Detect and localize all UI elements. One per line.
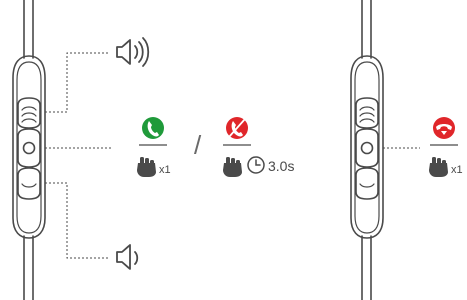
hand-press-icon-right [429,157,448,177]
leader-volume-down [45,182,108,259]
left-remote-inner [16,61,42,234]
answer-press-count: x1 [159,164,171,176]
right-controller [350,0,384,300]
hand-press-icon [137,157,156,177]
clock-icon [247,156,265,174]
phone-hangup-icon [433,117,455,139]
diagram-artwork [12,0,458,300]
right-center-button [355,128,379,168]
right-remote-inner [354,61,380,234]
speaker-loud-icon [116,37,150,67]
reject-hold-duration: 3.0s [268,158,295,174]
separator-slash: / [194,130,202,160]
speaker-quiet-icon [116,244,139,270]
phone-reject-icon [226,117,248,139]
end-call-press-count: x1 [451,164,463,176]
left-leader-lines [45,52,112,259]
right-volume-down-button [355,167,379,200]
leader-volume-up [45,52,108,113]
right-cable-bottom [361,235,372,300]
phone-answer-icon [142,117,164,139]
left-volume-down-button [17,167,41,200]
hand-hold-icon [223,157,242,177]
left-center-button [17,128,41,168]
left-cable-top [23,0,34,59]
left-controller [12,0,46,300]
left-cable-bottom [23,235,34,300]
left-volume-up-button [17,97,41,129]
earphone-controls-diagram: x1 / 3.0s x1 [0,0,467,300]
right-cable-top [361,0,372,59]
right-volume-up-button [355,97,379,129]
